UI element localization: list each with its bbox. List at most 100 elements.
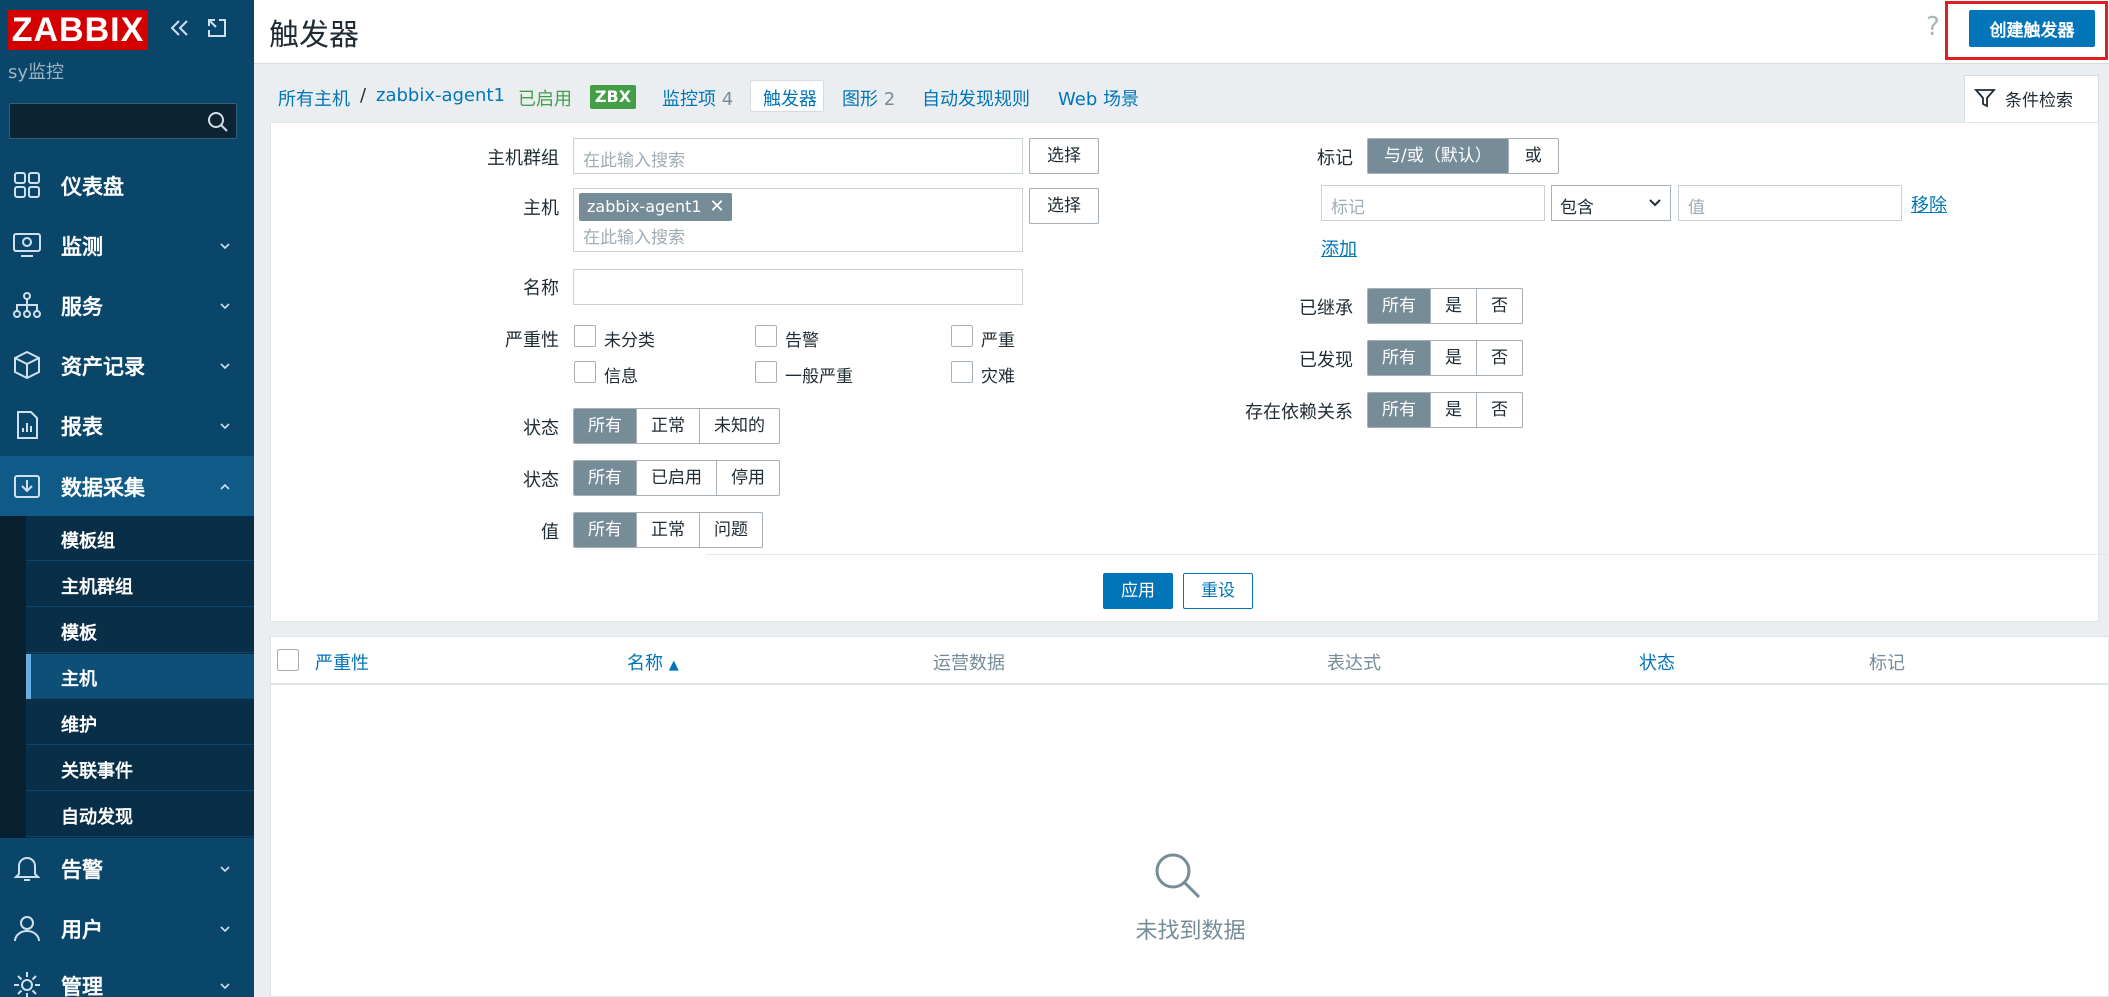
name-input[interactable] [573,269,1023,305]
status-enabled[interactable]: 已启用 [636,461,716,495]
chevron-down-icon [220,423,230,430]
tab-discovery-rules[interactable]: 自动发现规则 [922,85,1030,111]
tag-add-link[interactable]: 添加 [1321,235,1357,261]
monitoring-icon [13,233,41,257]
bell-icon [13,857,41,881]
severity-warning-checkbox[interactable] [755,325,777,347]
host-chip: zabbix-agent1 ✕ [579,193,732,221]
value-ok[interactable]: 正常 [636,513,699,547]
host-label: 主机 [523,198,559,219]
severity-disaster-checkbox[interactable] [951,361,973,383]
nav-dashboard[interactable]: 仪表盘 [0,155,254,215]
host-group-input[interactable]: 在此输入搜索 [573,138,1023,174]
chevron-down-icon [220,866,230,873]
inherited-yes[interactable]: 是 [1430,289,1476,323]
users-icon [14,916,40,942]
value-problem[interactable]: 问题 [699,513,762,547]
status-all[interactable]: 所有 [574,461,636,495]
status-disabled[interactable]: 停用 [716,461,779,495]
submenu-template-groups[interactable]: 模板组 [26,516,254,561]
nav-alerts[interactable]: 告警 [0,838,254,898]
main-content: 触发器 ? 创建触发器 所有主机 / zabbix-agent1 已启用 监控项… [254,0,2109,997]
submenu-templates[interactable]: 模板 [26,608,254,653]
chevron-down-icon [220,983,230,990]
dependencies-yes[interactable]: 是 [1430,393,1476,427]
severity-average-checkbox[interactable] [755,361,777,383]
value-all[interactable]: 所有 [574,513,636,547]
nav-monitoring[interactable]: 监测 [0,215,254,275]
nav-data-collection[interactable]: 数据采集 [0,456,254,516]
state-normal[interactable]: 正常 [636,409,699,443]
state-toggle: 所有 正常 未知的 [573,408,780,444]
inherited-all[interactable]: 所有 [1368,289,1430,323]
host-input[interactable]: zabbix-agent1 ✕ 在此输入搜索 [573,188,1023,252]
nav-inventory[interactable]: 资产记录 [0,335,254,395]
discovered-no[interactable]: 否 [1476,341,1522,375]
breadcrumb-separator: / [360,85,367,106]
column-name[interactable]: 名称 ▲ [627,649,679,675]
submenu-host-groups[interactable]: 主机群组 [26,562,254,607]
tag-and-or[interactable]: 与/或（默认） [1368,139,1508,173]
tag-operator-select[interactable]: 包含 [1551,185,1671,221]
host-group-select-button[interactable]: 选择 [1029,138,1099,174]
data-collection-submenu: 模板组 主机群组 模板 主机 维护 关联事件 自动发现 [0,516,254,838]
tag-evaltype-toggle: 与/或（默认） 或 [1367,138,1559,174]
submenu-hosts[interactable]: 主机 [26,654,254,699]
site-name: sy监控 [8,62,65,83]
tag-name-input[interactable]: 标记 [1321,185,1545,221]
collapse-sidebar-icon[interactable] [168,16,192,40]
apply-button[interactable]: 应用 [1103,573,1173,609]
undock-sidebar-icon[interactable] [205,16,229,40]
filter-tab[interactable]: 条件检索 [1964,75,2099,123]
tab-graphs[interactable]: 图形 2 [842,85,895,111]
dependencies-label: 存在依赖关系 [1245,402,1353,423]
breadcrumb-host[interactable]: zabbix-agent1 [376,85,505,106]
tag-or[interactable]: 或 [1507,139,1558,173]
breadcrumb-all-hosts[interactable]: 所有主机 [278,85,350,111]
nav-users[interactable]: 用户 [0,898,254,958]
submenu-event-correlation[interactable]: 关联事件 [26,746,254,791]
table-header-line [271,683,2109,685]
tab-web-scenarios[interactable]: Web 场景 [1058,85,1139,111]
status-toggle: 所有 已启用 停用 [573,460,780,496]
tab-triggers[interactable]: 触发器 [750,80,824,112]
search-icon [1155,853,1201,899]
nav-services[interactable]: 服务 [0,275,254,335]
inherited-no[interactable]: 否 [1476,289,1522,323]
tab-items[interactable]: 监控项 4 [662,85,733,111]
reports-icon [17,411,38,439]
state-unknown[interactable]: 未知的 [699,409,779,443]
zabbix-logo[interactable]: ZABBIX [8,10,148,50]
create-trigger-button[interactable]: 创建触发器 [1969,10,2095,47]
host-select-button[interactable]: 选择 [1029,188,1099,224]
column-status[interactable]: 状态 [1639,649,1675,675]
chevron-down-icon [1649,199,1661,207]
inherited-label: 已继承 [1299,298,1353,319]
search-icon[interactable] [206,110,230,134]
reset-button[interactable]: 重设 [1183,573,1253,609]
discovered-yes[interactable]: 是 [1430,341,1476,375]
column-operational-data: 运营数据 [933,653,1005,674]
triggers-table: 严重性 名称 ▲ 运营数据 表达式 状态 标记 未找到数据 [270,636,2109,997]
discovered-all[interactable]: 所有 [1368,341,1430,375]
sidebar-search-input[interactable] [9,103,237,139]
tag-remove-link[interactable]: 移除 [1911,191,1947,217]
severity-not-classified-checkbox[interactable] [574,325,596,347]
severity-high-checkbox[interactable] [951,325,973,347]
chevron-down-icon [220,243,230,250]
tag-value-input[interactable]: 值 [1678,185,1902,221]
status-label: 状态 [523,470,559,491]
dependencies-all[interactable]: 所有 [1368,393,1430,427]
select-all-checkbox[interactable] [277,649,299,671]
help-icon[interactable]: ? [1926,12,1940,42]
submenu-maintenance[interactable]: 维护 [26,700,254,745]
severity-information-checkbox[interactable] [574,361,596,383]
dependencies-toggle: 所有 是 否 [1367,392,1523,428]
column-severity[interactable]: 严重性 [315,649,369,675]
state-all[interactable]: 所有 [574,409,636,443]
nav-reports[interactable]: 报表 [0,395,254,455]
dependencies-no[interactable]: 否 [1476,393,1522,427]
nav-administration[interactable]: 管理 [0,955,254,997]
submenu-discovery[interactable]: 自动发现 [26,792,254,837]
remove-chip-icon[interactable]: ✕ [710,193,725,221]
